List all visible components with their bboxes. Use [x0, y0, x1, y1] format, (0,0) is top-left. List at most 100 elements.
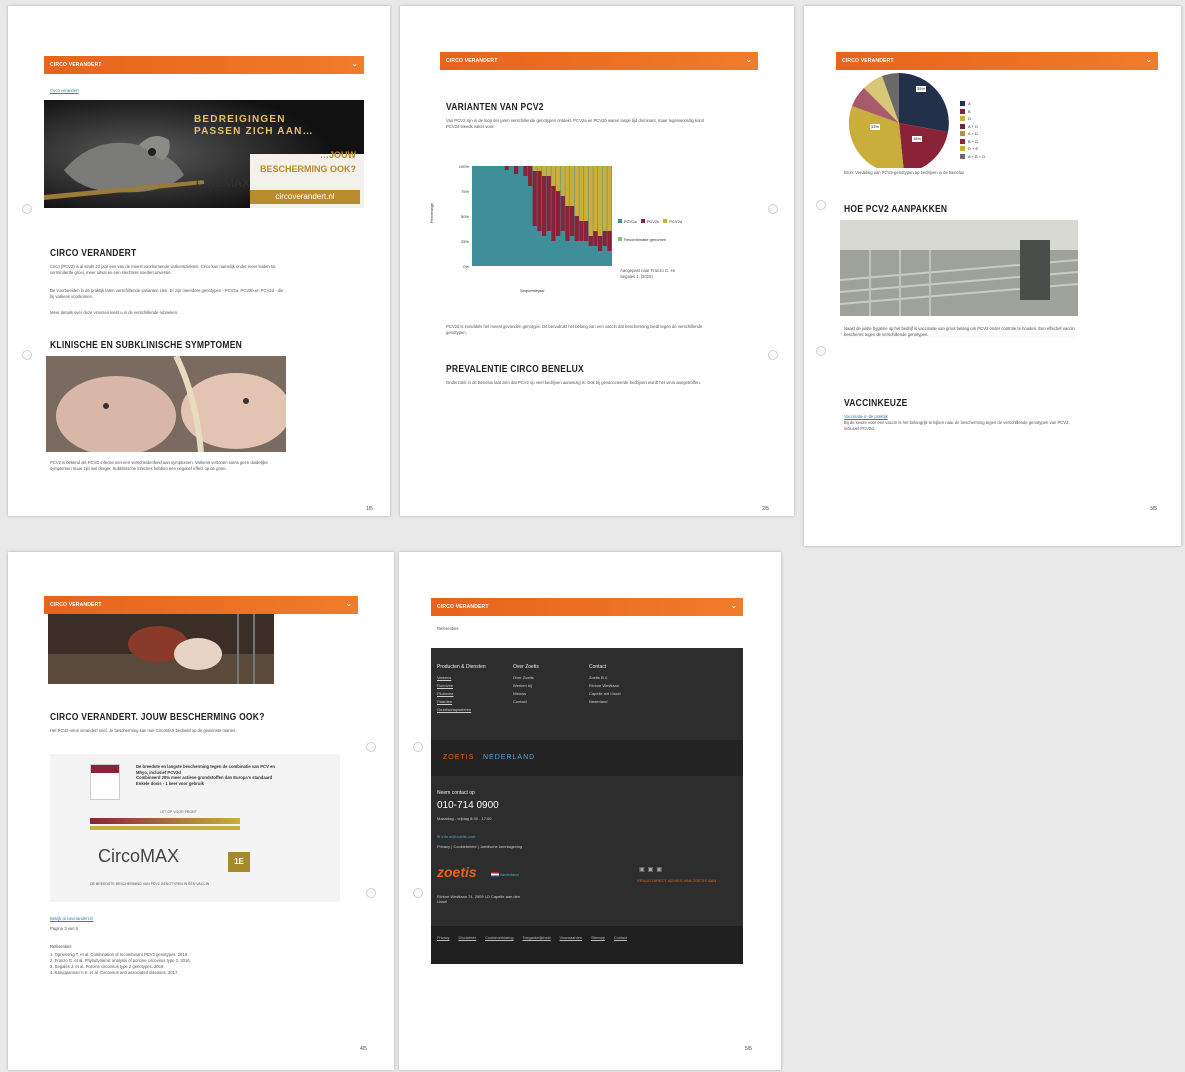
legend-label: A	[968, 101, 971, 106]
section-bar: CIRCO VERANDERT ⌄	[44, 596, 358, 614]
country-label: Nederland	[500, 872, 519, 877]
paragraph: Referenties	[437, 626, 459, 631]
opening-hours: Maandag - vrijdag 8:30 - 17:00	[437, 816, 492, 821]
bar-segment-pcv2d	[607, 166, 612, 231]
bottom-link[interactable]: Cookieverklaring	[485, 936, 513, 940]
bar-segment-pcv2a	[518, 166, 523, 266]
bar-segment-pcv2b	[514, 166, 519, 174]
paragraph: De voorbeelden in de praktijk laten vers…	[50, 288, 284, 299]
bottom-link[interactable]: Privacy	[437, 936, 449, 940]
bottom-link[interactable]: Contact	[614, 936, 627, 940]
breadcrumb[interactable]: Circo verandert	[50, 88, 79, 94]
bar-segment-pcv2b	[602, 231, 607, 246]
bar-segment-pcv2d	[593, 166, 598, 231]
ad-bullet: Enkele dosis - 1 keer voor gebruik	[136, 780, 204, 786]
bar-segment-pcv2a	[551, 241, 556, 266]
footer-text: Nederland	[589, 699, 608, 704]
punch-hole	[816, 200, 826, 210]
contact-cta-link[interactable]: VRAAG DIRECT ADVIES VAN ZOETIS AAN	[637, 878, 716, 883]
linkedin-icon[interactable]: ▣	[656, 867, 665, 873]
footer-link[interactable]: Gezelschapsdieren	[437, 706, 471, 714]
vaccine-box-icon	[90, 764, 120, 800]
website-link[interactable]: Bekijk circoverandert.nl	[50, 916, 93, 922]
ad-progress-strip	[90, 826, 240, 830]
footer-column: Over Zoetis Werken bij Nieuws Contact	[513, 674, 534, 706]
bar-segment-pcv2a	[602, 246, 607, 266]
legend-item: A	[960, 100, 985, 108]
bar-segment-pcv2b	[570, 206, 575, 236]
bottom-link[interactable]: Voorwaarden	[560, 936, 582, 940]
section-heading: KLINISCHE EN SUBKLINISCHE SYMPTOMEN	[50, 340, 243, 351]
bar-segment-pcv2a	[537, 231, 542, 266]
pigs-photo	[46, 356, 286, 452]
legend-label: D + E	[968, 146, 979, 151]
section-bar: CIRCO VERANDERT ⌄	[44, 56, 364, 74]
legal-links[interactable]: Privacy | Cookiebeleid | Juridische kenn…	[437, 844, 522, 849]
section-bar: CIRCO VERANDERT ⌄	[431, 598, 743, 616]
punch-hole	[366, 888, 376, 898]
document-page-5: CIRCO VERANDERT ⌄ Referenties Producten &…	[399, 552, 781, 1070]
bar-segment-pcv2b	[523, 166, 528, 176]
footer-link[interactable]: Varkens	[437, 674, 471, 682]
footer-link[interactable]: Over Zoetis	[513, 674, 534, 682]
footer-link[interactable]: Paarden	[437, 698, 471, 706]
facebook-icon[interactable]: ▣	[639, 867, 648, 873]
award-badge: 1E	[228, 852, 250, 872]
legend-item: A + D	[960, 123, 985, 131]
farmer-vaccinating-photo	[48, 614, 274, 684]
email-row[interactable]: ✉ info.nl@zoetis.com	[437, 834, 475, 839]
legend-swatch	[663, 219, 668, 223]
legend-item: A + D	[960, 130, 985, 138]
bar-segment-pcv2a	[486, 166, 491, 266]
paragraph: Meer details over deze virussen leest u …	[50, 310, 179, 315]
legend-swatch	[960, 116, 965, 122]
bar-segment-pcv2d	[546, 166, 551, 176]
banner-url[interactable]: circoverandert.nl	[250, 190, 360, 204]
contact-title: Neem contact op	[437, 790, 475, 796]
chevron-down-icon: ⌄	[1145, 57, 1152, 64]
footer-brand-strip: ZOETIS NEDERLAND	[431, 740, 743, 776]
bar-segment-pcv2a	[495, 166, 500, 266]
banner-headline-1: BEDREIGINGEN	[194, 114, 286, 125]
paragraph: Pagina 3 van 5	[50, 926, 78, 931]
bar-segment-pcv2a	[579, 241, 584, 266]
legend-item: PCV2a	[618, 219, 637, 225]
bottom-link[interactable]: Sitemap	[591, 936, 605, 940]
document-page-1: CIRCO VERANDERT ⌄ Circo verandert BEDREIG…	[8, 6, 390, 516]
legend-swatch	[618, 237, 622, 241]
bar-segment-pcv2b	[565, 206, 570, 241]
legend-swatch	[960, 146, 965, 152]
paragraph: PCV2 is bekend als PCVD infectie met een…	[50, 460, 268, 471]
genotype-stacked-bar-chart: 100% 75% 50% 25% 0%	[459, 164, 612, 269]
footer-link[interactable]: Nieuws	[513, 690, 534, 698]
bar-segment-pcv2a	[528, 186, 533, 266]
bar-segment-pcv2a	[588, 246, 593, 266]
footer-text: Rivium Westlaan	[589, 683, 619, 688]
bar-segment-pcv2b	[537, 171, 542, 231]
chevron-down-icon: ⌄	[345, 601, 352, 608]
bar-segment-pcv2d	[598, 166, 603, 236]
product-ad[interactable]: De breedste en langste bescherming tegen…	[50, 754, 340, 902]
email-link[interactable]: info.nl@zoetis.com	[441, 834, 475, 839]
bar-segment-pcv2b	[579, 221, 584, 241]
section-bar-label: CIRCO VERANDERT	[842, 58, 894, 64]
section-heading: CIRCO VERANDERT	[50, 248, 137, 259]
bar-segment-pcv2d	[556, 166, 561, 191]
footer-link[interactable]: Contact	[513, 698, 534, 706]
footer-link[interactable]: Pluimvee	[437, 690, 471, 698]
bar-segment-pcv2b	[504, 166, 509, 170]
references-list: 1. Opriessnig T. et al. Combination of r…	[50, 952, 290, 976]
phone-number[interactable]: 010-714 0900	[437, 800, 499, 811]
bottom-link[interactable]: Toegankelijkheid	[522, 936, 550, 940]
campaign-banner[interactable]: BEDREIGINGEN PASSEN ZICH AAN… …JOUW BESC…	[44, 100, 364, 208]
bar-segment-pcv2b	[584, 221, 589, 241]
country-selector[interactable]: Nederland	[491, 872, 519, 878]
footer-text: Capelle a/d IJssel	[589, 691, 621, 696]
footer-link[interactable]: Werken bij	[513, 682, 534, 690]
bar-segment-pcv2d	[570, 166, 575, 206]
bar-segment-pcv2d	[602, 166, 607, 231]
bar-segment-pcv2b	[551, 186, 556, 241]
footer-link[interactable]: Rundvee	[437, 682, 471, 690]
bottom-link[interactable]: Disclaimer	[458, 936, 476, 940]
chevron-down-icon: ⌄	[351, 61, 358, 68]
